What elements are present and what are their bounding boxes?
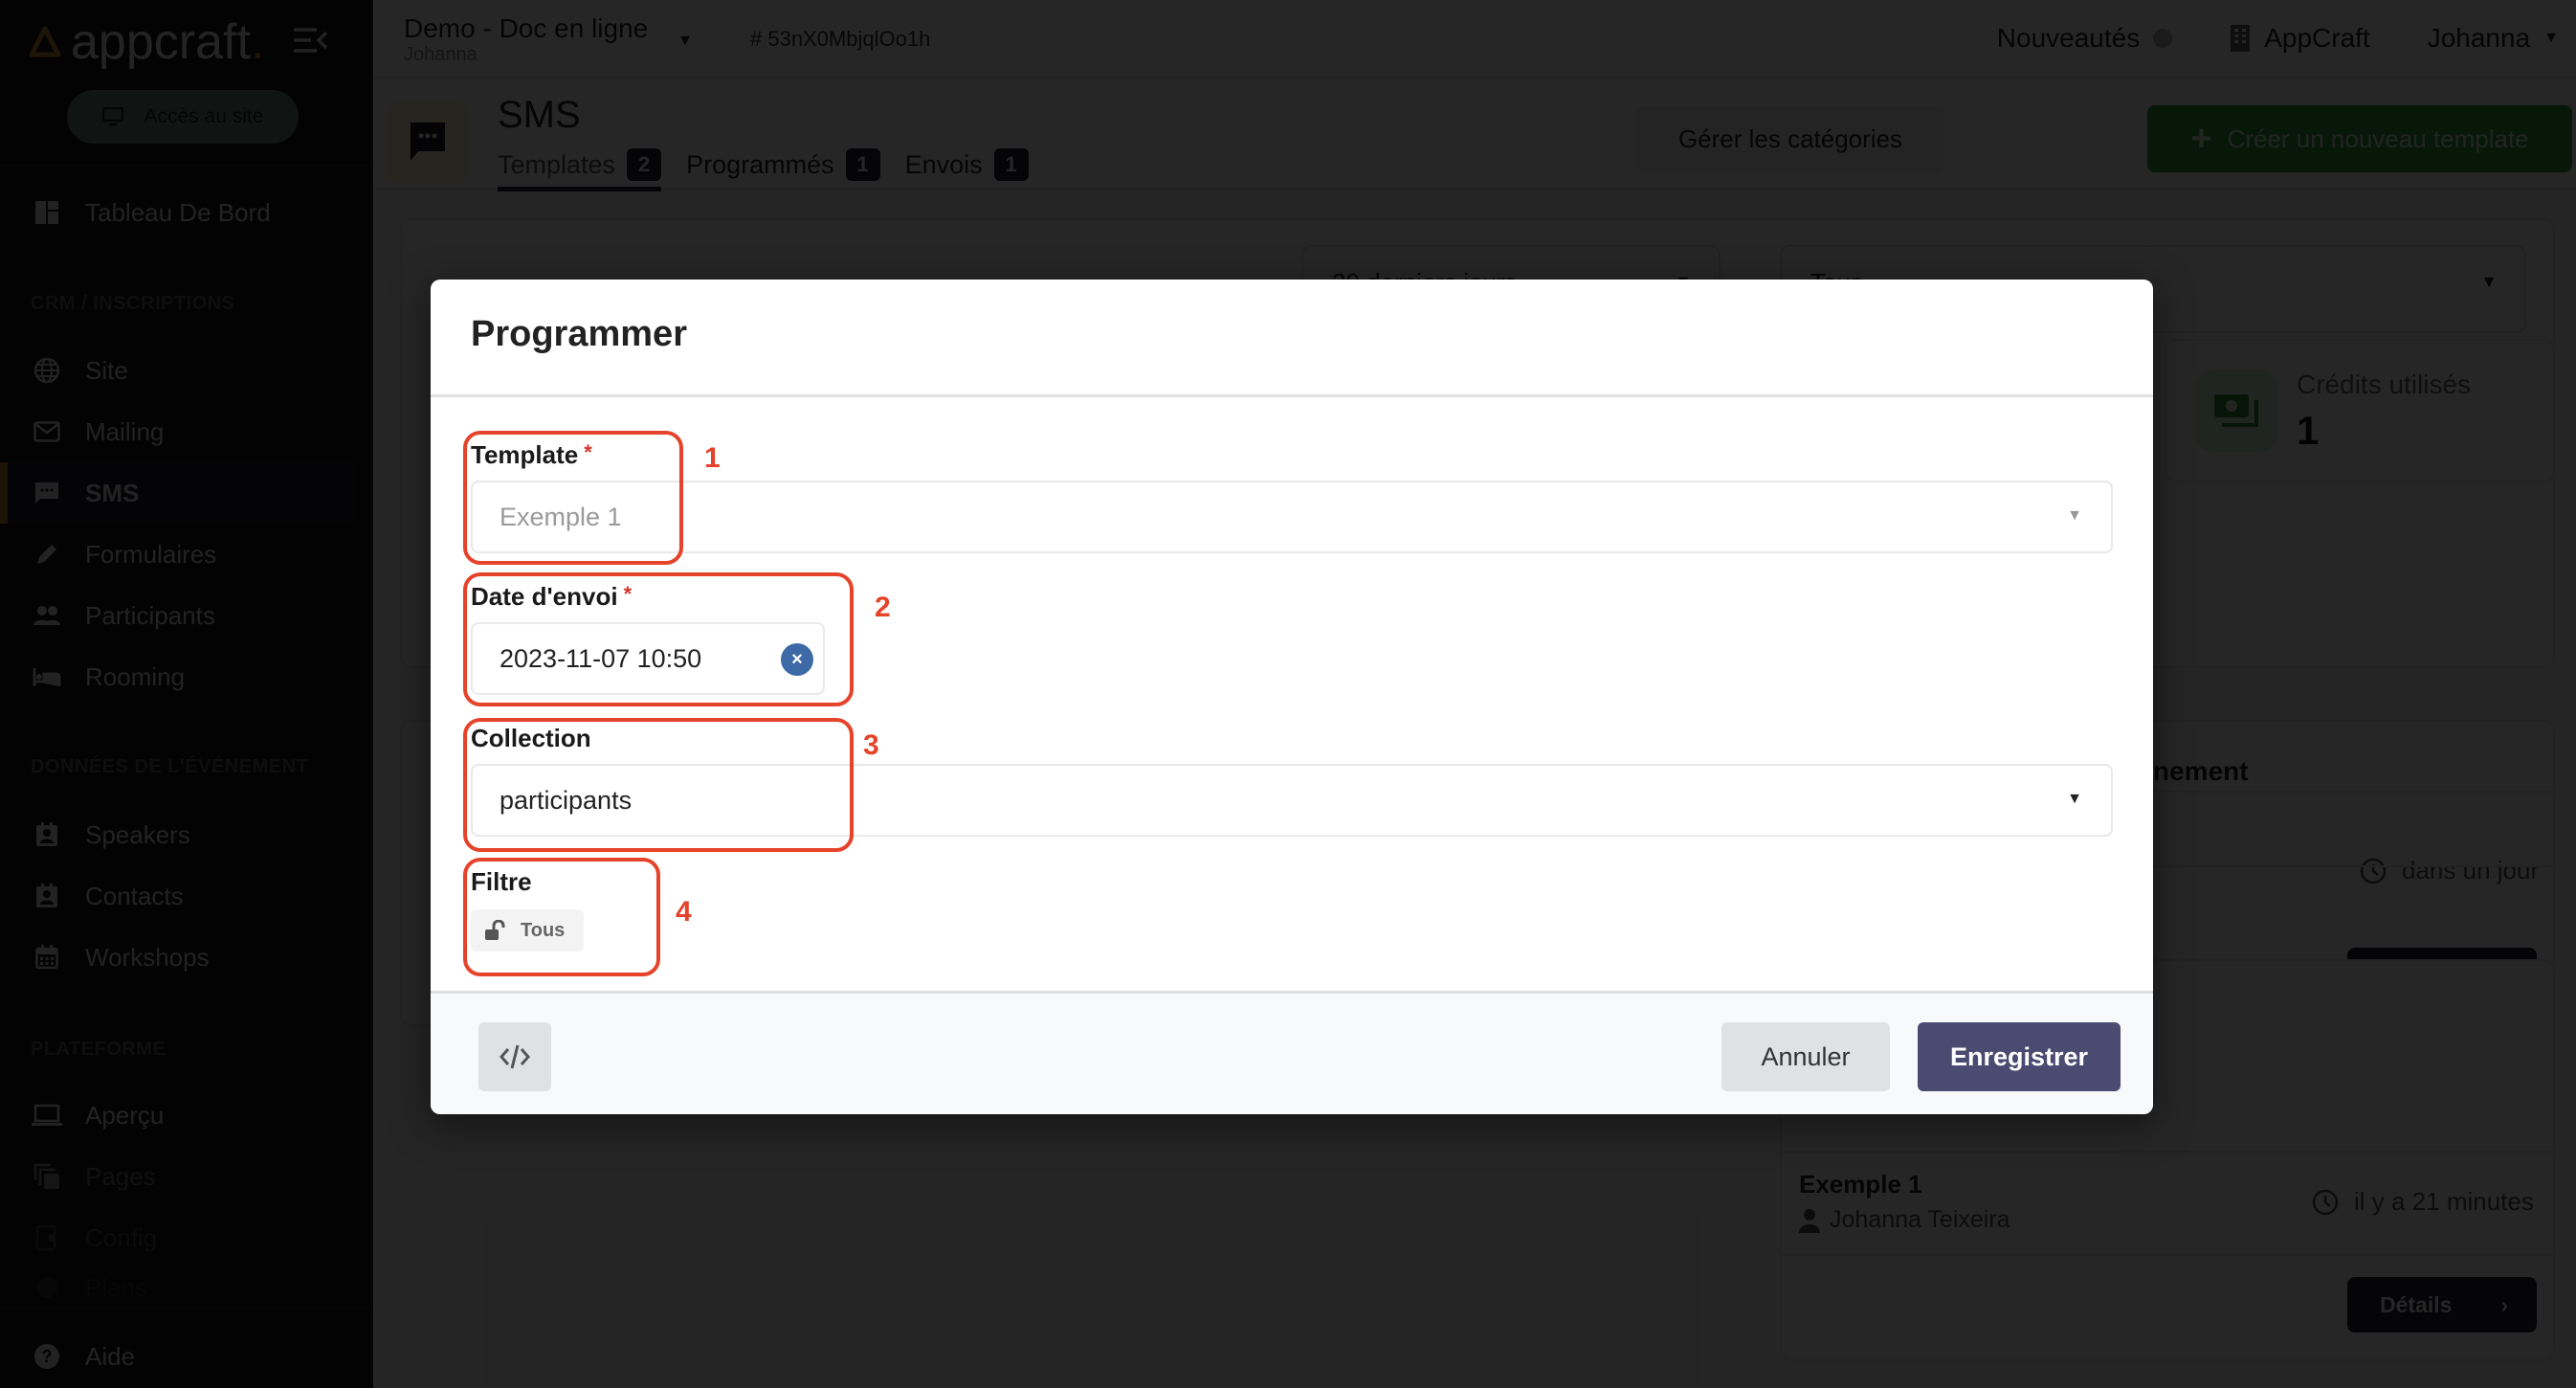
annotation-box-2 (463, 572, 854, 706)
annotation-box-1 (463, 431, 683, 565)
code-icon (500, 1044, 530, 1069)
schedule-modal: Programmer Template * Exemple 1 ▼ Date d'… (431, 280, 2153, 1114)
cancel-button[interactable]: Annuler (1721, 1022, 1890, 1091)
code-view-button[interactable] (478, 1022, 551, 1091)
modal-divider (431, 394, 2153, 397)
annotation-number: 2 (875, 592, 891, 623)
modal-title: Programmer (471, 314, 687, 354)
modal-footer: Annuler Enregistrer (431, 991, 2153, 1114)
save-button[interactable]: Enregistrer (1918, 1022, 2121, 1091)
annotation-number: 4 (676, 896, 692, 928)
annotation-number: 1 (704, 442, 721, 474)
chevron-down-icon: ▼ (2067, 507, 2082, 524)
annotation-box-3 (463, 718, 854, 852)
annotation-number: 3 (863, 729, 879, 761)
chevron-down-icon: ▼ (2067, 791, 2082, 807)
annotation-box-4 (463, 858, 660, 976)
template-select[interactable]: Exemple 1 ▼ (471, 481, 2113, 553)
